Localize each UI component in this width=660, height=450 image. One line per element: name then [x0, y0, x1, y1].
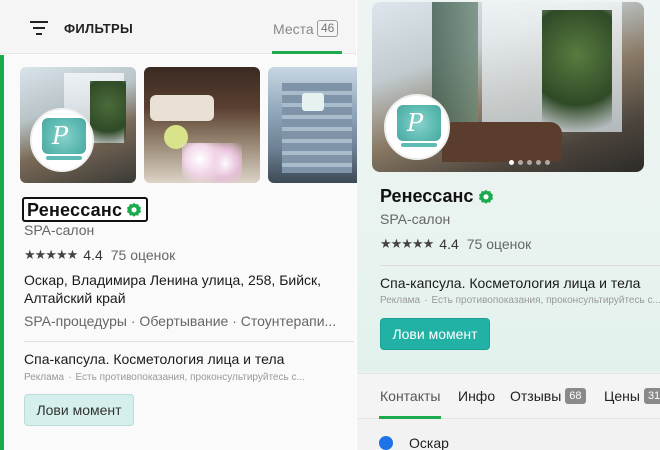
contact-address-text: Оскар	[409, 435, 449, 450]
detail-rating[interactable]: ★★★★★ 4.4 75 оценок	[380, 236, 531, 252]
rating-value: 4.4	[439, 236, 459, 252]
reviews-count: 75 оценок	[466, 236, 532, 252]
filters-button[interactable]: ФИЛЬТРЫ	[64, 21, 133, 36]
results-topbar: ФИЛЬТРЫ Места 46	[0, 0, 356, 54]
ad-title[interactable]: Спа-капсула. Косметология лица и тела	[24, 351, 284, 367]
tab-places-count: 46	[317, 20, 339, 37]
tab-prices[interactable]: Цены 31	[604, 388, 660, 404]
reviews-count: 75 оценок	[110, 247, 176, 263]
business-logo: Р	[30, 108, 94, 172]
card-title: Ренессанс	[27, 199, 123, 220]
logo-letter: Р	[52, 122, 69, 150]
rating-stars-icon: ★★★★★	[24, 247, 78, 262]
divider	[380, 265, 660, 266]
tab-prices-count: 31	[643, 388, 660, 404]
tab-places-label: Места	[273, 21, 314, 37]
results-panel: ФИЛЬТРЫ Места 46 Р Ренессанс SPA-салон ★…	[0, 0, 360, 450]
ad-disclaimer: Есть противопоказания, проконсультируйте…	[75, 372, 305, 383]
tab-reviews[interactable]: Отзывы 68	[510, 388, 586, 404]
verified-badge-icon	[479, 189, 494, 204]
detail-ad-title[interactable]: Спа-капсула. Косметология лица и тела	[380, 275, 640, 291]
card-address: Оскар, Владимира Ленина улица, 258, Бийс…	[24, 272, 322, 306]
detail-header: Р Ренессанс SPA-салон ★★★★★ 4.4 75 оцено…	[357, 0, 660, 372]
logo-letter: Р	[407, 109, 424, 137]
card-rating[interactable]: ★★★★★ 4.4 75 оценок	[24, 247, 175, 263]
promo-button[interactable]: Лови момент	[24, 394, 134, 426]
detail-ad-disclaimer-line: Реклама · Есть противопоказания, проконсул…	[380, 295, 660, 306]
active-tab-indicator	[379, 416, 441, 419]
detail-hero-photo[interactable]: Р	[372, 2, 644, 172]
divider	[24, 341, 354, 342]
detail-title: Ренессанс	[380, 186, 474, 206]
tab-info-label: Инфо	[458, 388, 496, 404]
tab-reviews-count: 68	[565, 388, 586, 404]
card-photo-spa-set[interactable]	[144, 67, 260, 183]
contact-address-row[interactable]: Оскар	[379, 435, 449, 450]
tab-contacts[interactable]: Контакты	[380, 388, 440, 404]
rating-stars-icon: ★★★★★	[380, 236, 434, 251]
tab-reviews-label: Отзывы	[510, 388, 562, 404]
card-title-link[interactable]: Ренессанс	[22, 197, 149, 222]
filter-icon[interactable]	[30, 21, 48, 35]
ad-disclaimer: Есть противопоказания, проконсультируйте…	[431, 295, 660, 306]
ad-label: Реклама	[380, 295, 421, 306]
rating-value: 4.4	[83, 247, 103, 263]
tab-prices-label: Цены	[604, 388, 640, 404]
detail-tabs: Контакты Инфо Отзывы 68 Цены 31	[357, 373, 660, 419]
tab-contacts-label: Контакты	[380, 388, 441, 404]
photo-pager-dots[interactable]	[509, 160, 550, 165]
card-category: SPA-салон	[24, 222, 95, 238]
detail-logo: Р	[384, 94, 450, 160]
location-pin-icon	[379, 436, 393, 450]
detail-category: SPA-салон	[380, 211, 451, 227]
card-services: SPA-процедуры · Обертывание · Стоунтерап…	[24, 313, 337, 329]
detail-panel: Р Ренессанс SPA-салон ★★★★★ 4.4 75 оцено…	[357, 0, 660, 450]
ad-disclaimer-line: Реклама · Есть противопоказания, проконсул…	[24, 372, 305, 383]
tab-places[interactable]: Места 46	[272, 16, 342, 54]
result-card[interactable]: Р Ренессанс SPA-салон ★★★★★ 4.4 75 оцено…	[0, 55, 360, 450]
ad-label: Реклама	[24, 372, 65, 383]
detail-promo-button[interactable]: Лови момент	[380, 318, 490, 350]
verified-badge-icon	[127, 202, 142, 217]
card-photo-building[interactable]	[268, 67, 360, 183]
detail-title-row: Ренессанс	[380, 186, 494, 207]
tab-info[interactable]: Инфо	[458, 388, 495, 404]
